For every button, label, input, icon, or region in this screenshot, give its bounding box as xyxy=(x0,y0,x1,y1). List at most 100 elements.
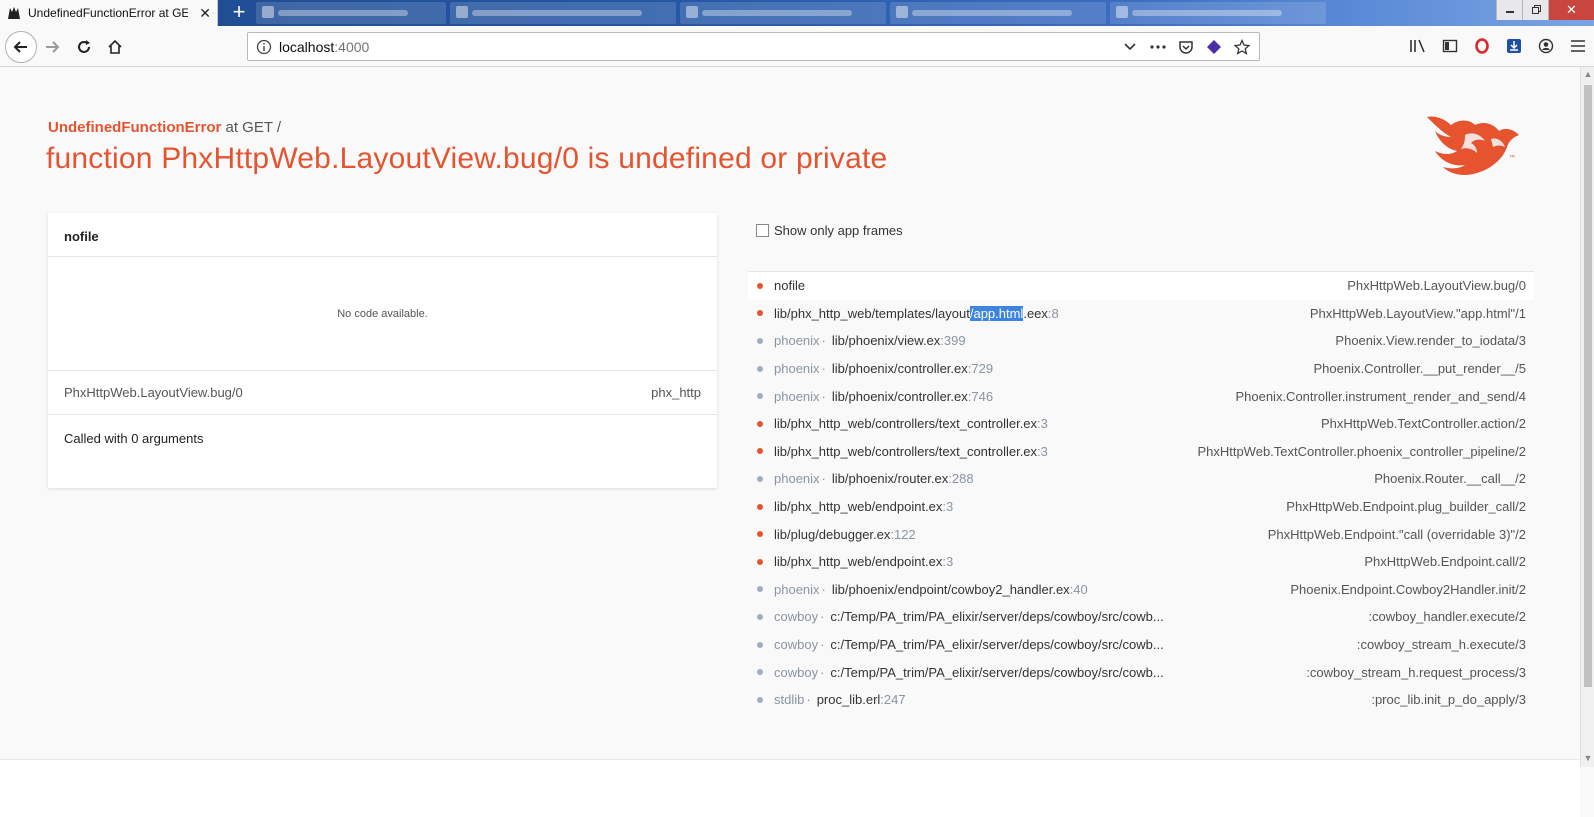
home-button[interactable] xyxy=(101,33,129,61)
tab-title: UndefinedFunctionError at GET / xyxy=(28,6,188,20)
app-frames-checkbox[interactable] xyxy=(756,224,769,237)
stack-frame[interactable]: cowboy · c:/Temp/PA_trim/PA_elixir/server/… xyxy=(748,658,1534,686)
page-scrollbar[interactable]: ▲ ▼ xyxy=(1580,67,1594,767)
frame-bullet-icon xyxy=(757,696,763,703)
frame-app: phoenix xyxy=(774,471,820,487)
stack-frame[interactable]: lib/phx_http_web/templates/layout/app.ht… xyxy=(748,300,1534,328)
frame-file: nofile xyxy=(774,278,806,294)
frame-app: phoenix xyxy=(774,388,820,404)
frame-bullet-icon xyxy=(757,420,763,427)
stack-frame[interactable]: phoenix · lib/phoenix/controller.ex:746 Pho… xyxy=(748,382,1534,410)
background-tab[interactable] xyxy=(450,2,676,24)
function-row: PhxHttpWeb.LayoutView.bug/0 phx_http xyxy=(48,371,717,415)
frame-app-separator: · xyxy=(821,388,826,404)
frame-app: cowboy xyxy=(774,664,819,680)
phoenix-logo: ™ xyxy=(1427,116,1519,175)
info-icon[interactable] xyxy=(256,39,272,55)
chevron-down-icon[interactable] xyxy=(1119,37,1141,57)
frame-bullet-icon xyxy=(757,310,763,317)
frame-function: PhxHttpWeb.Endpoint."call (overridable 3… xyxy=(1267,526,1526,542)
function-name: PhxHttpWeb.LayoutView.bug/0 xyxy=(64,385,243,400)
download-icon[interactable] xyxy=(1498,34,1530,58)
frame-app-separator: · xyxy=(820,609,825,625)
frame-app: phoenix xyxy=(774,581,820,597)
frame-function: Phoenix.Router.__call__/2 xyxy=(1374,471,1526,487)
show-app-frames-toggle[interactable]: Show only app frames xyxy=(756,223,903,238)
stack-frame[interactable]: lib/phx_http_web/endpoint.ex:3 PhxHttpWeb… xyxy=(748,493,1534,521)
tab-close-icon[interactable]: ✕ xyxy=(199,5,211,21)
frame-bullet-icon xyxy=(757,337,763,344)
stack-frame[interactable]: lib/plug/debugger.ex:122 PhxHttpWeb.Endpo… xyxy=(748,520,1534,548)
frame-line: :3 xyxy=(1037,416,1048,432)
frame-function: :cowboy_handler.execute/2 xyxy=(1368,609,1526,625)
menu-icon[interactable] xyxy=(1562,34,1594,58)
window-close-icon[interactable]: ✕ xyxy=(1548,0,1594,20)
stack-frame[interactable]: lib/phx_http_web/endpoint.ex:3 PhxHttpWeb… xyxy=(748,548,1534,576)
stack-frame[interactable]: phoenix · lib/phoenix/endpoint/cowboy2_han… xyxy=(748,576,1534,604)
library-icon[interactable] xyxy=(1402,34,1434,58)
scroll-up-icon[interactable]: ▲ xyxy=(1583,69,1593,79)
background-tab[interactable] xyxy=(256,2,446,24)
frame-bullet-icon xyxy=(757,558,763,565)
frame-line: :3 xyxy=(1037,443,1048,459)
background-tab[interactable] xyxy=(890,2,1106,24)
sidebar-icon[interactable] xyxy=(1434,34,1466,58)
account-icon[interactable] xyxy=(1530,34,1562,58)
stack-frame[interactable]: phoenix · lib/phoenix/controller.ex:729 Pho… xyxy=(748,355,1534,383)
frame-function: PhxHttpWeb.LayoutView."app.html"/1 xyxy=(1309,305,1526,321)
background-tab[interactable] xyxy=(1110,2,1326,24)
frame-function: Phoenix.Controller.__put_render__/5 xyxy=(1313,361,1526,377)
stack-frame[interactable]: cowboy · c:/Temp/PA_trim/PA_elixir/server/… xyxy=(748,631,1534,659)
stack-frame[interactable]: phoenix · lib/phoenix/view.ex:399 Phoenix.V… xyxy=(748,327,1534,355)
more-actions-icon[interactable] xyxy=(1147,37,1169,57)
navigation-toolbar: localhost:4000 xyxy=(0,26,1594,67)
frame-bullet-icon xyxy=(757,448,763,455)
restore-icon[interactable] xyxy=(1522,0,1548,20)
frame-file: lib/phx_http_web/endpoint.ex xyxy=(774,554,943,570)
frame-file: lib/phoenix/endpoint/cowboy2_handler.ex xyxy=(831,581,1070,597)
frame-bullet-icon xyxy=(757,475,763,482)
bookmark-star-icon[interactable] xyxy=(1231,37,1253,57)
frame-list: nofile PhxHttpWeb.LayoutView.bug/0 lib/phx… xyxy=(748,271,1534,714)
frame-file: lib/plug/debugger.ex xyxy=(774,526,891,542)
toolbar-icons xyxy=(1402,34,1594,58)
background-tab[interactable] xyxy=(680,2,886,24)
stack-frame[interactable]: nofile PhxHttpWeb.LayoutView.bug/0 xyxy=(748,272,1534,300)
scrollbar-thumb[interactable] xyxy=(1584,85,1592,687)
scroll-down-icon[interactable]: ▼ xyxy=(1583,753,1593,763)
error-header: UndefinedFunctionError at GET / xyxy=(48,119,281,136)
extension-icon[interactable] xyxy=(1203,37,1225,57)
frame-app-separator: · xyxy=(821,581,826,597)
stack-frame[interactable]: cowboy · c:/Temp/PA_trim/PA_elixir/server/… xyxy=(748,603,1534,631)
frame-bullet-icon xyxy=(757,282,763,289)
back-button[interactable] xyxy=(5,31,37,63)
new-tab-button[interactable]: + xyxy=(226,0,252,26)
frame-bullet-icon xyxy=(757,393,763,400)
reload-button[interactable] xyxy=(70,33,98,61)
frame-function: PhxHttpWeb.TextController.action/2 xyxy=(1321,416,1526,432)
forward-button[interactable] xyxy=(38,33,66,61)
stack-frame[interactable]: stdlib · proc_lib.erl:247:proc_lib.init_p_… xyxy=(748,686,1534,714)
opera-icon[interactable] xyxy=(1466,34,1498,58)
frame-file: lib/phoenix/controller.ex xyxy=(831,388,968,404)
frame-function: :cowboy_stream_h.request_process/3 xyxy=(1306,664,1526,680)
frame-app: cowboy xyxy=(774,637,819,653)
frame-file: lib/phx_http_web/controllers/text_contro… xyxy=(774,443,1038,459)
frame-line: :3 xyxy=(942,554,954,570)
tab-active[interactable]: UndefinedFunctionError at GET / ✕ xyxy=(0,0,218,26)
url-bar[interactable]: localhost:4000 xyxy=(247,32,1260,61)
stack-frame[interactable]: phoenix · lib/phoenix/router.ex:288 Phoenix… xyxy=(748,465,1534,493)
frame-function: PhxHttpWeb.LayoutView.bug/0 xyxy=(1347,278,1526,294)
pocket-icon[interactable] xyxy=(1175,37,1197,57)
url-text[interactable]: localhost:4000 xyxy=(279,39,369,55)
stack-frame[interactable]: lib/phx_http_web/controllers/text_contro… xyxy=(748,410,1534,438)
frame-file-prefix: lib/phx_http_web/templates/layout xyxy=(774,305,970,321)
frame-function: PhxHttpWeb.TextController.phoenix_contro… xyxy=(1197,443,1526,459)
stack-frame[interactable]: lib/phx_http_web/controllers/text_contro… xyxy=(748,438,1534,466)
frame-app: phoenix xyxy=(774,361,820,377)
error-request: at GET / xyxy=(221,119,282,136)
frame-function: PhxHttpWeb.Endpoint.call/2 xyxy=(1364,554,1526,570)
frame-file: lib/phx_http_web/controllers/text_contro… xyxy=(774,416,1038,432)
home-icon xyxy=(108,39,122,54)
minimize-icon[interactable] xyxy=(1496,0,1522,20)
